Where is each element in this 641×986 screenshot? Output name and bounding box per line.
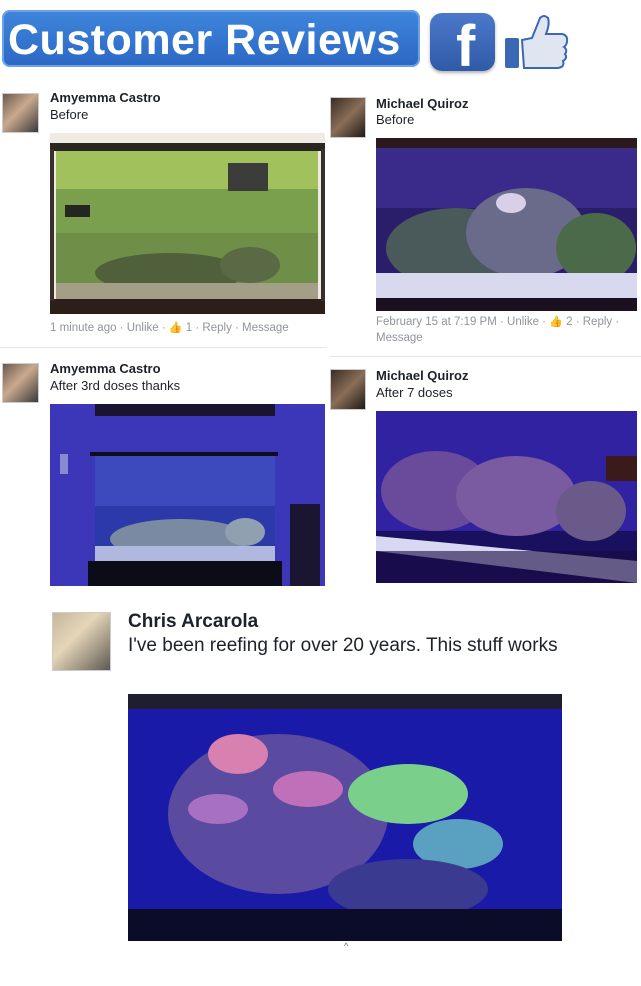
divider <box>330 356 641 357</box>
post-meta: February 15 at 7:19 PM · Unlike · 👍 2 · … <box>376 314 619 346</box>
post-author[interactable]: Michael Quiroz <box>376 96 468 111</box>
facebook-letter: f <box>456 14 476 79</box>
avatar[interactable] <box>2 93 39 133</box>
post-photo[interactable] <box>376 411 637 583</box>
post-meta: 1 minute ago · Unlike · 👍 1 · Reply · Me… <box>50 320 289 336</box>
post-timestamp-and-unlike[interactable]: February 15 at 7:19 PM · Unlike · <box>376 316 549 328</box>
avatar[interactable] <box>330 97 366 138</box>
like-count-icon: 👍 <box>549 316 563 328</box>
post-actions[interactable]: · Reply · Message <box>192 322 288 334</box>
post-author[interactable]: Amyemma Castro <box>50 90 161 105</box>
post-caption: Before <box>50 107 89 122</box>
post-caption: After 3rd doses thanks <box>50 378 181 393</box>
divider <box>0 347 327 348</box>
post-photo[interactable] <box>50 404 325 586</box>
avatar[interactable] <box>2 363 39 403</box>
post-actions[interactable]: · Reply · <box>573 316 619 328</box>
header-banner: Customer Reviews <box>2 10 420 67</box>
post-photo[interactable] <box>376 138 637 311</box>
page-title: Customer Reviews <box>8 16 401 64</box>
post-timestamp-and-unlike[interactable]: 1 minute ago · Unlike · <box>50 322 169 334</box>
message-link[interactable]: Message <box>376 332 423 344</box>
post-caption: After 7 doses <box>376 385 453 400</box>
post-photo[interactable] <box>50 133 325 314</box>
post-caption: Before <box>376 112 415 127</box>
avatar[interactable] <box>330 369 366 410</box>
post-author[interactable]: Michael Quiroz <box>376 368 468 383</box>
like-count-icon: 👍 <box>168 322 183 334</box>
post-photo[interactable] <box>128 694 562 941</box>
post-caption: I've been reefing for over 20 years. Thi… <box>128 635 558 656</box>
avatar[interactable] <box>52 612 111 671</box>
scroll-indicator: ^ <box>344 941 349 951</box>
thumbs-up-icon[interactable] <box>502 12 570 72</box>
post-author[interactable]: Amyemma Castro <box>50 361 161 376</box>
facebook-icon[interactable]: f <box>430 13 495 79</box>
post-author[interactable]: Chris Arcarola <box>128 611 258 633</box>
